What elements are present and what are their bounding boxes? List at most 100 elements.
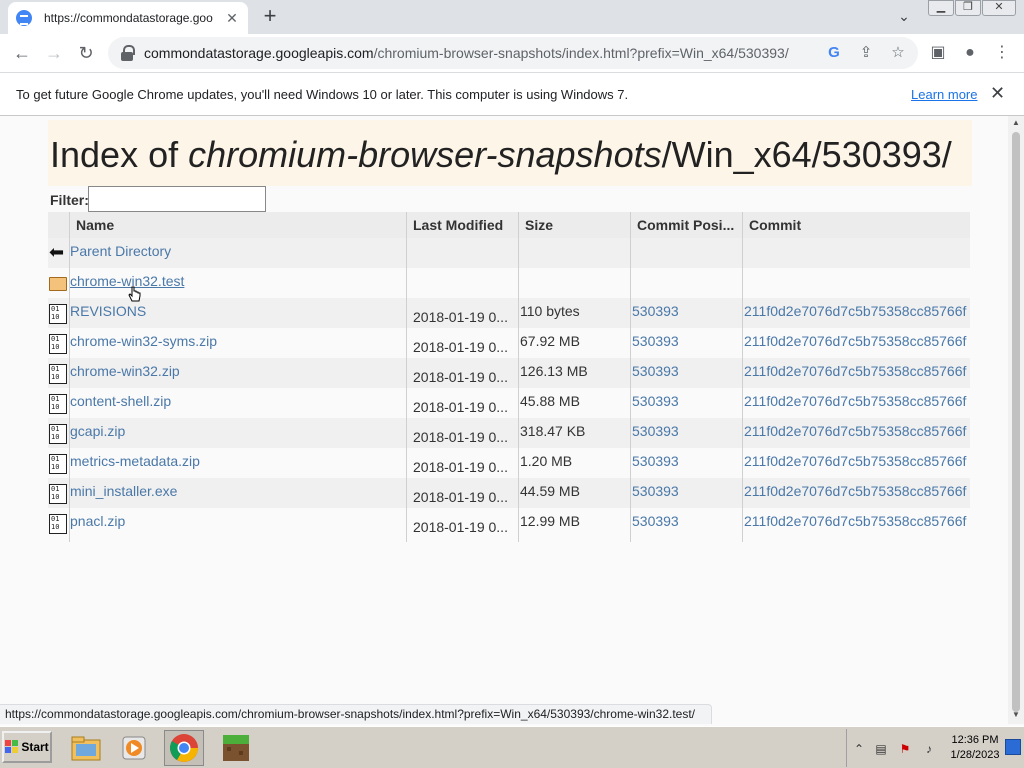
file-name-link[interactable]: pnacl.zip bbox=[70, 513, 404, 529]
column-divider bbox=[69, 212, 70, 542]
commit-position-link[interactable]: 530393 bbox=[632, 423, 740, 439]
table-row: mini_installer.exe 2018-01-19 0... 44.59 M… bbox=[48, 478, 970, 508]
commit-position-link[interactable]: 530393 bbox=[632, 333, 740, 349]
tray-volume-icon[interactable]: ♪ bbox=[921, 741, 937, 757]
new-tab-button[interactable]: + bbox=[258, 5, 282, 29]
file-name-link[interactable]: metrics-metadata.zip bbox=[70, 453, 404, 469]
commit-position-link[interactable]: 530393 bbox=[632, 363, 740, 379]
google-lens-g-icon[interactable]: G bbox=[824, 43, 844, 63]
start-button[interactable]: Start bbox=[2, 731, 52, 763]
reload-icon[interactable]: ↻ bbox=[73, 40, 99, 66]
windows-flag-icon bbox=[5, 740, 19, 754]
column-header-size[interactable]: Size bbox=[519, 212, 631, 238]
commit-link[interactable]: 211f0d2e7076d7c5b75358cc85766f bbox=[744, 423, 968, 439]
commit-position-link[interactable]: 530393 bbox=[632, 303, 740, 319]
scroll-up-arrow-icon[interactable]: ▲ bbox=[1008, 118, 1024, 130]
file-name-link[interactable]: gcapi.zip bbox=[70, 423, 404, 439]
size-cell: 318.47 KB bbox=[520, 423, 586, 439]
menu-kebab-icon[interactable]: ⋮ bbox=[992, 43, 1012, 63]
commit-position-link[interactable]: 530393 bbox=[632, 393, 740, 409]
minimize-button[interactable]: ▁ bbox=[928, 0, 954, 16]
tab-title: https://commondatastorage.goo bbox=[44, 11, 213, 25]
table-row: chrome-win32-syms.zip 2018-01-19 0... 67.9… bbox=[48, 328, 970, 358]
media-player-icon[interactable] bbox=[114, 730, 154, 766]
file-name-link[interactable]: chrome-win32.test bbox=[70, 273, 404, 289]
column-header-name[interactable]: Name bbox=[70, 212, 407, 238]
bookmark-star-icon[interactable]: ☆ bbox=[888, 43, 908, 63]
explorer-folder-icon[interactable] bbox=[66, 730, 106, 766]
close-window-button[interactable]: ✕ bbox=[982, 0, 1016, 16]
commit-link[interactable]: 211f0d2e7076d7c5b75358cc85766f bbox=[744, 513, 968, 529]
commit-link[interactable]: 211f0d2e7076d7c5b75358cc85766f bbox=[744, 483, 968, 499]
file-name-link[interactable]: content-shell.zip bbox=[70, 393, 404, 409]
column-header-commit[interactable]: Commit bbox=[743, 212, 970, 238]
commit-link[interactable]: 211f0d2e7076d7c5b75358cc85766f bbox=[744, 333, 968, 349]
commit-position-link[interactable]: 530393 bbox=[632, 453, 740, 469]
tray-network-icon[interactable]: ▤ bbox=[873, 741, 889, 757]
last-modified-cell: 2018-01-19 0... bbox=[413, 309, 508, 325]
table-header: Name Last Modified Size Commit Posi... C… bbox=[48, 212, 970, 238]
share-icon[interactable]: ⇪ bbox=[856, 43, 876, 63]
filter-input[interactable] bbox=[88, 186, 266, 212]
tray-expand-chevron-icon[interactable]: ⌃ bbox=[851, 741, 867, 757]
binary-file-icon bbox=[49, 454, 67, 474]
parent-directory-icon: ⬅ bbox=[49, 242, 65, 262]
commit-link[interactable]: 211f0d2e7076d7c5b75358cc85766f bbox=[744, 363, 968, 379]
last-modified-cell: 2018-01-19 0... bbox=[413, 489, 508, 505]
link-status-bubble: https://commondatastorage.googleapis.com… bbox=[0, 704, 712, 724]
forward-arrow-icon[interactable]: → bbox=[41, 40, 67, 66]
tab-close-icon[interactable]: ✕ bbox=[224, 10, 240, 27]
commit-link[interactable]: 211f0d2e7076d7c5b75358cc85766f bbox=[744, 453, 968, 469]
show-desktop-button[interactable] bbox=[1005, 739, 1021, 755]
table-row: chrome-win32.zip 2018-01-19 0... 126.13 MB… bbox=[48, 358, 970, 388]
scroll-down-arrow-icon[interactable]: ▼ bbox=[1008, 710, 1024, 722]
last-modified-cell: 2018-01-19 0... bbox=[413, 429, 508, 445]
commit-link[interactable]: 211f0d2e7076d7c5b75358cc85766f bbox=[744, 303, 968, 319]
filter-label: Filter: bbox=[50, 192, 89, 208]
scroll-thumb[interactable] bbox=[1012, 132, 1020, 712]
last-modified-cell: 2018-01-19 0... bbox=[413, 399, 508, 415]
file-name-link[interactable]: mini_installer.exe bbox=[70, 483, 404, 499]
table-row: gcapi.zip 2018-01-19 0... 318.47 KB 5303932… bbox=[48, 418, 970, 448]
title-bucket: chromium-browser-snapshots bbox=[188, 134, 662, 175]
column-header-commit-position[interactable]: Commit Posi... bbox=[631, 212, 743, 238]
profile-avatar-icon[interactable]: ● bbox=[960, 43, 980, 63]
binary-file-icon bbox=[49, 334, 67, 354]
address-bar[interactable]: commondatastorage.googleapis.com/chromiu… bbox=[108, 37, 918, 69]
url-host: commondatastorage.googleapis.com bbox=[144, 45, 374, 61]
commit-link[interactable]: 211f0d2e7076d7c5b75358cc85766f bbox=[744, 393, 968, 409]
binary-file-icon bbox=[49, 304, 67, 324]
folder-icon bbox=[49, 277, 67, 291]
infobar-close-icon[interactable]: ✕ bbox=[990, 83, 1005, 104]
file-name-link[interactable]: chrome-win32-syms.zip bbox=[70, 333, 404, 349]
file-name-link[interactable]: Parent Directory bbox=[70, 243, 404, 259]
tab-strip: https://commondatastorage.goo ✕ + ⌄ ▁ ❐ … bbox=[0, 0, 1024, 34]
commit-position-link[interactable]: 530393 bbox=[632, 483, 740, 499]
file-name-link[interactable]: REVISIONS bbox=[70, 303, 404, 319]
file-name-link[interactable]: chrome-win32.zip bbox=[70, 363, 404, 379]
tab-search-chevron-icon[interactable]: ⌄ bbox=[894, 8, 914, 28]
vertical-scrollbar[interactable]: ▲ ▼ bbox=[1008, 116, 1024, 724]
page-favicon-icon bbox=[16, 10, 32, 26]
back-arrow-icon[interactable]: ← bbox=[9, 40, 35, 66]
learn-more-link[interactable]: Learn more bbox=[911, 87, 977, 102]
minecraft-icon[interactable] bbox=[216, 730, 256, 766]
lock-icon[interactable] bbox=[120, 45, 135, 61]
clock-time[interactable]: 12:36 PM bbox=[951, 734, 999, 746]
tray-action-center-icon[interactable]: ⚑ bbox=[897, 741, 913, 757]
binary-file-icon bbox=[49, 484, 67, 504]
side-panel-icon[interactable]: ▣ bbox=[928, 43, 948, 63]
column-header-modified[interactable]: Last Modified bbox=[407, 212, 519, 238]
table-row: REVISIONS 2018-01-19 0... 110 bytes 5303932… bbox=[48, 298, 970, 328]
clock-date[interactable]: 1/28/2023 bbox=[947, 749, 1003, 761]
url-text[interactable]: commondatastorage.googleapis.com/chromiu… bbox=[144, 45, 789, 61]
title-path: /Win_x64/530393/ bbox=[661, 134, 952, 175]
restore-button[interactable]: ❐ bbox=[955, 0, 981, 16]
column-divider bbox=[518, 212, 519, 542]
browser-tab[interactable]: https://commondatastorage.goo ✕ bbox=[8, 2, 248, 34]
chrome-taskbar-icon[interactable] bbox=[164, 730, 204, 766]
column-divider bbox=[630, 212, 631, 542]
commit-position-link[interactable]: 530393 bbox=[632, 513, 740, 529]
last-modified-cell: 2018-01-19 0... bbox=[413, 369, 508, 385]
size-cell: 45.88 MB bbox=[520, 393, 580, 409]
